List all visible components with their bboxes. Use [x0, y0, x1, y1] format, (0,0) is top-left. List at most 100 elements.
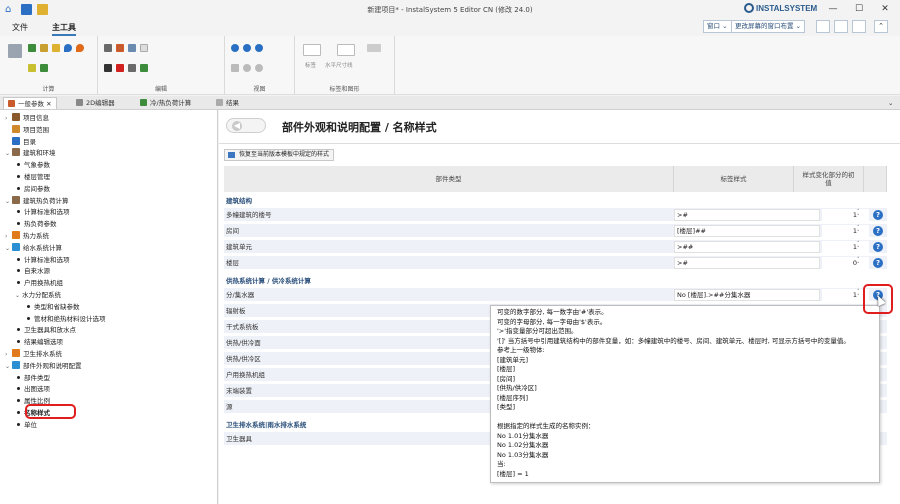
chevron-right-icon[interactable]: › [5, 113, 12, 124]
tree-item[interactable]: 房间参数 [15, 184, 50, 195]
cut-icon[interactable] [104, 64, 112, 72]
help-icon[interactable]: ? [873, 258, 883, 268]
tree-item[interactable]: ⌄ 建筑热负荷计算 [5, 195, 69, 207]
dimension-tool-icon[interactable] [337, 44, 355, 56]
support-icon[interactable] [834, 20, 848, 33]
table-row[interactable]: 楼层 ># 0 ˄ ˅? [224, 256, 887, 270]
tree-item[interactable]: 户用换热机组 [15, 278, 63, 289]
tree-item[interactable]: › 卫生排水系统 [5, 349, 62, 360]
label-tool-icon[interactable] [303, 44, 321, 56]
chevron-right-icon[interactable]: › [5, 231, 12, 242]
menu-main-tools[interactable]: 主工具 [52, 22, 76, 36]
tab-general-params[interactable]: 一般参数 ✕ [3, 97, 57, 109]
tree-item[interactable]: 楼层管理 [15, 172, 50, 183]
tree-item[interactable]: 目录 [5, 136, 36, 148]
rotate-icon[interactable] [140, 64, 148, 72]
spinner-icon[interactable]: ˄ ˅ [857, 258, 860, 268]
label-style-field[interactable]: [楼层]## [674, 225, 820, 237]
label-style-field[interactable]: ># [674, 257, 820, 269]
tree-item[interactable]: 热负荷参数 [15, 219, 57, 230]
tree-item[interactable]: 气象参数 [15, 160, 50, 171]
move-icon[interactable] [128, 64, 136, 72]
tree-item[interactable]: 计算标准和选项 [15, 255, 70, 266]
tree-item[interactable]: 计算标准和选项 [15, 207, 70, 218]
menu-file[interactable]: 文件 [12, 22, 28, 33]
tree-item[interactable]: ⌄ 部件外观和说明配置 [5, 360, 82, 372]
collapse-ribbon-icon[interactable]: ⌃ [874, 20, 888, 33]
initial-value-field[interactable]: 0 [822, 257, 869, 269]
spinner-icon[interactable]: ˄ ˅ [857, 242, 860, 252]
initial-value-field[interactable]: 1 [822, 241, 869, 253]
zoom-in-icon[interactable] [231, 44, 239, 52]
initial-value-field[interactable]: 1 [822, 289, 869, 301]
text-tool-icon[interactable] [367, 44, 381, 52]
tree-item[interactable]: › 热力系统 [5, 231, 49, 242]
tab-load-calc[interactable]: 冷/热负荷计算 [136, 97, 195, 109]
spinner-icon[interactable]: ˄ ˅ [857, 290, 860, 300]
label-style-field[interactable]: >## [674, 241, 820, 253]
settings-icon[interactable] [8, 44, 22, 58]
copy-icon[interactable] [104, 44, 112, 52]
fire-icon[interactable] [76, 44, 84, 52]
tree-item[interactable]: 卫生器具和放水点 [15, 325, 76, 336]
table-row[interactable]: 房间 [楼层]## 1 ˄ ˅? [224, 224, 887, 238]
tree-item[interactable]: ⌄ 水力分配系统 [15, 290, 61, 301]
table-row[interactable]: 多幢建筑的楼号 ># 1 ˄ ˅? [224, 208, 887, 222]
initial-value-field[interactable]: 1 [822, 209, 869, 221]
calc-icon[interactable] [28, 44, 36, 52]
tree-item[interactable]: 自来水源 [15, 266, 50, 277]
grid-icon[interactable] [40, 64, 48, 72]
tree-item[interactable]: 出图选项 [15, 384, 50, 395]
table-row[interactable]: 分/集水器 No [楼层].>##分集水器 1 ˄ ˅? [224, 288, 887, 302]
chevron-down-icon[interactable]: ⌄ [5, 361, 12, 372]
list-icon[interactable] [28, 64, 36, 72]
minimize-button[interactable]: — [826, 3, 840, 15]
table-row[interactable]: 建筑单元 >## 1 ˄ ˅? [224, 240, 887, 254]
tab-results[interactable]: 结果 [212, 97, 243, 109]
frame-icon[interactable] [140, 44, 148, 52]
tabs-menu-icon[interactable]: ⌄ [884, 97, 897, 109]
label-style-field[interactable]: ># [674, 209, 820, 221]
tree-item[interactable]: 结果编辑选项 [15, 337, 63, 348]
chevron-down-icon[interactable]: ⌄ [5, 148, 12, 159]
zoom-all-icon[interactable] [243, 64, 251, 72]
tree-item[interactable]: 管材和绝热材料设计选项 [25, 314, 106, 325]
pan-icon[interactable] [231, 64, 239, 72]
chevron-right-icon[interactable]: › [5, 349, 12, 360]
tree-item[interactable]: › 项目信息 [5, 113, 49, 124]
layout-menu-button[interactable]: 更改屏幕的窗口布置 ⌄ [731, 20, 806, 33]
window-menu-button[interactable]: 窗口 ⌄ [703, 20, 732, 33]
water-icon[interactable] [64, 44, 72, 52]
tree-item[interactable]: 部件类型 [15, 373, 50, 384]
tree-item[interactable]: ⌄ 建筑和环境 [5, 148, 56, 159]
restore-template-button[interactable]: 恢复至当前版本模板中规定的样式 [224, 149, 335, 161]
tree-item[interactable]: ⌄ 给水系统计算 [5, 242, 62, 254]
chevron-down-icon[interactable]: ⌄ [5, 196, 12, 207]
delete-icon[interactable] [116, 64, 124, 72]
tree-item[interactable]: 类型和省缺参数 [25, 302, 80, 313]
screen-icon[interactable] [816, 20, 830, 33]
paste-icon[interactable] [116, 44, 124, 52]
label-style-field[interactable]: No [楼层].>##分集水器 [674, 289, 820, 301]
clipboard-icon[interactable] [128, 44, 136, 52]
tree-item[interactable]: 项目范围 [5, 124, 49, 136]
tree-item[interactable]: 单位 [15, 420, 37, 431]
spinner-icon[interactable]: ˄ ˅ [857, 210, 860, 220]
zoom-prev-icon[interactable] [255, 64, 263, 72]
close-button[interactable]: ✕ [878, 3, 892, 15]
initial-value-field[interactable]: 1 [822, 225, 869, 237]
chevron-down-icon[interactable]: ⌄ [5, 243, 12, 254]
zoom-out-icon[interactable] [243, 44, 251, 52]
zoom-window-icon[interactable] [255, 44, 263, 52]
back-button[interactable]: ◀ [226, 118, 266, 133]
spinner-icon[interactable]: ˄ ˅ [857, 226, 860, 236]
help-icon[interactable]: ? [873, 210, 883, 220]
maximize-button[interactable]: ☐ [852, 3, 866, 15]
table-icon[interactable] [40, 44, 48, 52]
chevron-down-icon[interactable]: ⌄ [15, 290, 22, 301]
help-icon[interactable]: ? [873, 242, 883, 252]
help-icon[interactable]: ? [873, 226, 883, 236]
paint-icon[interactable] [852, 20, 866, 33]
sun-icon[interactable] [52, 44, 60, 52]
tab-2d-editor[interactable]: 2D编辑器 [72, 97, 119, 109]
